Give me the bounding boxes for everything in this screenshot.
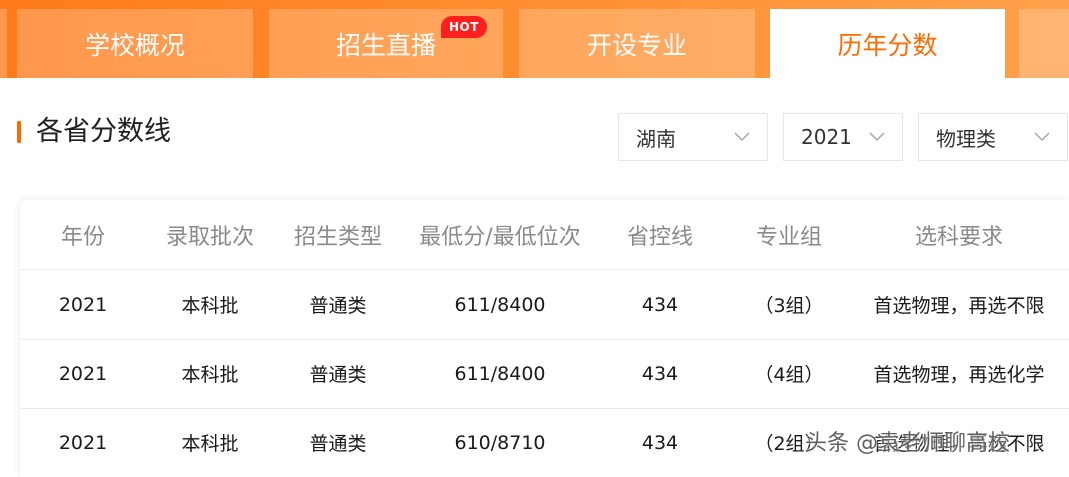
- header-control-line: 省控线: [626, 224, 693, 250]
- cell-batch: 本科批: [181, 364, 239, 386]
- cell-admission-type: 普通类: [309, 433, 367, 455]
- cell-min-score-rank: 610/8710: [454, 431, 546, 454]
- tab-edge-right: [1019, 9, 1069, 78]
- table-row[interactable]: 2021 本科批 普通类 611/8400 434 （3组） 首选物理，再选不限: [20, 270, 1069, 340]
- cell-min-score-rank: 611/8400: [454, 293, 546, 316]
- cell-control-line: 434: [641, 293, 679, 316]
- year-select-value: 2021: [801, 125, 852, 149]
- header-major-group: 专业组: [755, 224, 822, 250]
- chevron-down-icon: [1033, 128, 1051, 146]
- cell-year: 2021: [58, 293, 108, 316]
- header-subject-requirement: 选科要求: [914, 224, 1003, 250]
- header-year: 年份: [60, 224, 105, 250]
- tab-label: 招生直播: [335, 30, 436, 60]
- province-select-value: 湖南: [636, 126, 676, 151]
- tab-label: 学校概况: [84, 30, 185, 60]
- tab-label: 历年分数: [837, 30, 938, 60]
- tab-bar: 学校概况 招生直播 开设专业 历年分数 HOT: [0, 0, 1069, 78]
- table-header-row: 年份 录取批次 招生类型 最低分/最低位次 省控线 专业组 选科要求: [20, 200, 1069, 270]
- cell-admission-type: 普通类: [309, 295, 367, 317]
- tab-historical-scores[interactable]: 历年分数: [770, 9, 1005, 78]
- hot-badge: HOT: [441, 16, 487, 38]
- cell-year: 2021: [58, 431, 108, 454]
- cell-subject-requirement: 首选物理，再选不限: [873, 295, 1045, 317]
- cell-major-group: （3组）: [754, 295, 824, 317]
- cell-subject-requirement: 首选物理，再选化学: [873, 364, 1045, 386]
- header-min-score-rank: 最低分/最低位次: [419, 224, 581, 250]
- tab-school-overview[interactable]: 学校概况: [17, 9, 253, 78]
- cell-admission-type: 普通类: [309, 364, 367, 386]
- subject-type-select[interactable]: 物理类: [918, 113, 1068, 161]
- subject-type-select-value: 物理类: [936, 126, 996, 151]
- cell-batch: 本科批: [181, 295, 239, 317]
- cell-year: 2021: [58, 362, 108, 385]
- header-admission-type: 招生类型: [293, 224, 382, 250]
- chevron-down-icon: [733, 128, 751, 146]
- chevron-down-icon: [868, 128, 886, 146]
- header-batch: 录取批次: [165, 224, 254, 250]
- tab-edge-left: [0, 9, 7, 78]
- cell-control-line: 434: [641, 362, 679, 385]
- watermark: 头条 @袁老师聊高校: [805, 431, 1010, 456]
- cell-batch: 本科批: [181, 433, 239, 455]
- section-accent-bar: [17, 121, 21, 143]
- section-title: 各省分数线: [36, 116, 171, 147]
- tab-label: 开设专业: [586, 30, 687, 60]
- province-select[interactable]: 湖南: [618, 113, 768, 161]
- tab-majors[interactable]: 开设专业: [519, 9, 755, 78]
- table-row[interactable]: 2021 本科批 普通类 611/8400 434 （4组） 首选物理，再选化学: [20, 339, 1069, 409]
- year-select[interactable]: 2021: [783, 113, 903, 161]
- cell-min-score-rank: 611/8400: [454, 362, 546, 385]
- cell-major-group: （4组）: [754, 364, 824, 386]
- cell-control-line: 434: [641, 431, 679, 454]
